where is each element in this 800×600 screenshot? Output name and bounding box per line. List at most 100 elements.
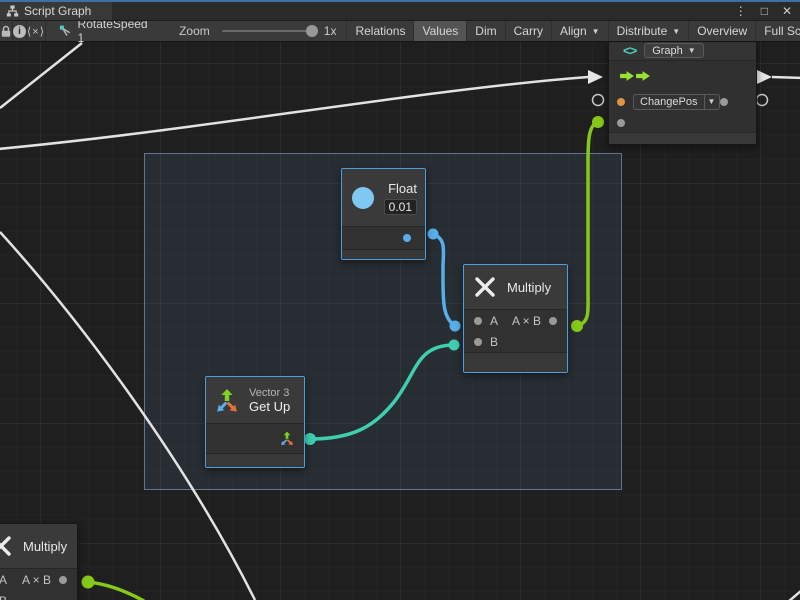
zoom-value: 1x: [324, 24, 337, 38]
graph-input-port-gray[interactable]: [617, 119, 625, 127]
multiply-row-a: A A × B: [464, 310, 567, 331]
fullscreen-button[interactable]: Full Scree: [755, 21, 800, 41]
flow-out-arrow-icon[interactable]: [635, 70, 651, 82]
tab-label: Script Graph: [24, 4, 91, 18]
graph-canvas[interactable]: Float 0.01 Multiply A A × B: [0, 42, 800, 600]
float-node-footer: [342, 249, 425, 259]
toolbar-buttons: Relations Values Dim Carry Align ▼ Distr…: [346, 21, 800, 41]
wire-dot-multiply-b: [449, 340, 460, 351]
multiply-node-title: Multiply: [507, 280, 551, 295]
multiply2-node-header: Multiply: [0, 524, 77, 569]
wire-white-corner[interactable]: [788, 590, 800, 600]
wire-dot-multiply-a: [450, 321, 461, 332]
values-button[interactable]: Values: [413, 21, 466, 41]
unconnected-port-circle-right[interactable]: [757, 95, 768, 106]
node-graph-changepos[interactable]: <> Graph ▼ ChangePos ▼: [608, 42, 757, 145]
window-maximize-icon[interactable]: □: [761, 5, 768, 17]
chevron-down-icon: ▼: [672, 27, 680, 36]
vector3-output-port-icon[interactable]: [279, 431, 295, 446]
wire-white-topleft[interactable]: [0, 43, 82, 108]
wire-dot-getup-out: [304, 433, 316, 445]
breadcrumb[interactable]: RotateSpeed 1: [59, 21, 149, 41]
multiply-node-footer: [464, 352, 567, 372]
info-button[interactable]: i: [13, 21, 27, 41]
vector3-node-footer: [206, 453, 304, 467]
relations-button[interactable]: Relations: [346, 21, 413, 41]
dim-button[interactable]: Dim: [466, 21, 504, 41]
chevron-down-icon: ▼: [705, 94, 720, 110]
graph-flow-row: [609, 61, 756, 90]
wire-getup-to-multiply-b[interactable]: [310, 345, 454, 439]
vector3-title: Get Up: [249, 399, 290, 414]
window-controls: ⋮ □ ✕: [735, 2, 800, 20]
wire-multiply-to-graph[interactable]: [577, 122, 598, 326]
code-preview-button[interactable]: ⟨×⟩: [27, 21, 46, 41]
node-vector3-get-up[interactable]: Vector 3 Get Up: [205, 376, 305, 468]
multiply2-row-b: B: [0, 590, 77, 600]
wire-white-graph-output[interactable]: [772, 77, 800, 78]
graph-output-port[interactable]: [720, 98, 728, 106]
lock-icon: [0, 25, 12, 38]
multiply-port-out[interactable]: [549, 317, 557, 325]
tab-script-graph[interactable]: Script Graph: [0, 2, 112, 20]
script-graph-icon: [6, 5, 19, 17]
breadcrumb-label: RotateSpeed 1: [78, 17, 150, 45]
graph-node-header: <> Graph ▼: [609, 42, 756, 61]
zoom-label: Zoom: [179, 24, 210, 38]
multiply-port-a[interactable]: [474, 317, 482, 325]
title-bar: Script Graph ⋮ □ ✕: [0, 2, 800, 21]
multiply-node-header: Multiply: [464, 265, 567, 310]
multiply2-node-title: Multiply: [23, 539, 67, 554]
lock-button[interactable]: [0, 21, 13, 41]
window-focus-line: [0, 0, 800, 2]
float-output-port[interactable]: [403, 234, 411, 242]
multiply-row-b: B: [464, 331, 567, 352]
window-close-icon[interactable]: ✕: [782, 5, 792, 17]
flow-in-arrow-icon[interactable]: [619, 70, 635, 82]
vector3-subtitle: Vector 3: [249, 387, 290, 399]
node-multiply[interactable]: Multiply A A × B B: [463, 264, 568, 373]
multiply2-port-out[interactable]: [59, 576, 67, 584]
graph-asset-icon: [59, 24, 72, 38]
unconnected-port-circle-left[interactable]: [593, 95, 604, 106]
wire-dot-multiply-out: [571, 320, 583, 332]
flow-output-triangle[interactable]: [757, 70, 772, 84]
zoom-slider-handle[interactable]: [306, 25, 318, 37]
zoom-control: Zoom 1x: [179, 21, 336, 41]
changepos-dropdown[interactable]: ChangePos ▼: [633, 94, 720, 110]
vector3-arrows-icon: [214, 388, 240, 413]
script-graph-window: Script Graph ⋮ □ ✕ i ⟨×⟩ Rotate: [0, 0, 800, 600]
graph-node-footer: [609, 132, 756, 144]
window-menu-icon[interactable]: ⋮: [735, 5, 747, 17]
multiply-port-b[interactable]: [474, 338, 482, 346]
carry-button[interactable]: Carry: [505, 21, 551, 41]
align-dropdown[interactable]: Align ▼: [551, 21, 608, 41]
node-float[interactable]: Float 0.01: [341, 168, 426, 260]
multiply2-row-a: A A × B: [0, 569, 77, 590]
wire-float-to-multiply-a[interactable]: [433, 234, 455, 326]
wire-multiply2-out[interactable]: [88, 582, 144, 600]
graph-value-row: ChangePos ▼: [609, 90, 756, 113]
float-node-header: Float 0.01: [342, 169, 425, 227]
graph-input-port-orange[interactable]: [617, 98, 625, 106]
distribute-dropdown[interactable]: Distribute ▼: [608, 21, 689, 41]
wire-dot-multiply2-out: [82, 576, 95, 589]
wire-dot-float-out: [428, 229, 439, 240]
float-output-row: [342, 227, 425, 249]
float-type-icon: [352, 187, 374, 209]
float-value-field[interactable]: 0.01: [384, 199, 417, 215]
node-multiply-2[interactable]: Multiply A A × B B: [0, 523, 78, 600]
wire-dot-graph-in: [592, 116, 604, 128]
chevron-down-icon: ▼: [688, 46, 696, 55]
float-node-title: Float: [388, 181, 417, 196]
code-brackets-icon: <>: [623, 43, 636, 58]
zoom-slider[interactable]: [222, 30, 312, 32]
wire-white-to-graph-input[interactable]: [0, 77, 588, 149]
graph-dropdown-button[interactable]: Graph ▼: [644, 43, 704, 58]
graph-toolbar: i ⟨×⟩ RotateSpeed 1 Zoom 1x Relations: [0, 21, 800, 42]
info-icon: i: [13, 25, 26, 38]
multiply-x-icon: [473, 275, 497, 299]
overview-button[interactable]: Overview: [688, 21, 755, 41]
multiply-x-icon: [0, 534, 13, 558]
flow-input-triangle[interactable]: [588, 70, 603, 84]
